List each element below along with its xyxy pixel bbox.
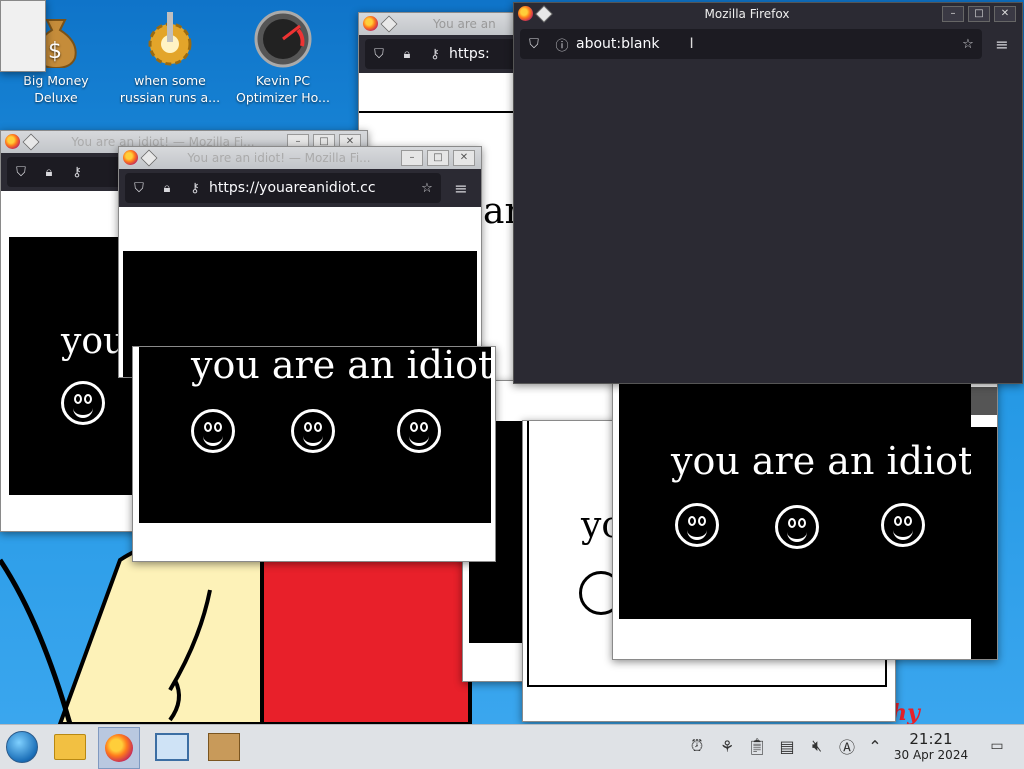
bookmark-star-icon[interactable]: ☆ [960,36,976,52]
firefox-icon [518,6,533,21]
url-bar[interactable]: ⛉ 🔒︎ ⚷ https://youareanidiot.cc ☆ [125,173,441,203]
printer-icon[interactable]: ▤ [776,733,798,759]
shield-icon[interactable]: ⛉ [371,46,387,62]
remote-desktop-button[interactable] [152,727,192,767]
page-content: you are an idiot [613,381,997,659]
desktop-icon-label: Big Money Deluxe [23,73,89,105]
permissions-icon[interactable]: ⚷ [187,180,203,196]
window-title: You are an idiot! — Mozilla Fi... [187,151,371,165]
desktop-icon-label: when some russian runs a... [119,73,221,105]
file-manager-button[interactable] [50,727,90,767]
idiot-black-panel: you are an idiot [139,347,494,523]
minimize-button[interactable]: – [942,6,964,22]
idiot-text: you are an idiot [671,439,974,483]
taskbar: ⏰︎ ⚘ 📋︎ ▤ 🔇︎ Ⓐ ⌃ 21:21 30 Apr 2024 ▭ [0,724,1024,769]
window-titlebar[interactable]: Mozilla Firefox – □ ✕ [514,3,1022,25]
clock-time: 21:21 [909,730,953,748]
window-titlebar[interactable]: You are an idiot! — Mozilla Fi... – □ ✕ [119,147,481,169]
hamburger-menu-icon[interactable]: ≡ [453,179,469,198]
smiley-icon [191,409,235,453]
start-menu-button[interactable] [2,727,42,767]
firefox-blank-window[interactable]: Mozilla Firefox – □ ✕ ⛉ ⓘ about:blank I ☆ … [513,2,1023,384]
package-icon [208,733,240,761]
file-manager-icon [54,734,86,760]
idiot-text: you are an idiot [191,347,494,387]
maximize-button[interactable]: □ [968,6,990,22]
hamburger-menu-icon[interactable]: ≡ [994,35,1010,54]
window-menu-icon[interactable] [380,15,398,33]
firefox-icon [363,16,378,31]
info-icon[interactable]: ⓘ [554,36,570,54]
window-title: Mozilla Firefox [704,7,790,21]
clipboard-icon[interactable]: 📋︎ [746,733,768,759]
start-menu-icon [6,731,38,763]
small-hidden-window[interactable] [0,0,46,72]
smiley-icon [291,409,335,453]
page-content: you are an idiot [133,347,495,561]
idiot-window-right[interactable]: you are an idiot [612,380,998,660]
volume-muted-icon[interactable]: 🔇︎ [806,733,828,759]
minimize-button[interactable]: – [401,150,423,166]
remote-desktop-icon [155,733,189,761]
smiley-icon [675,503,719,547]
smiley-icon [775,505,819,549]
idiot-black-panel: you are an idiot [619,381,974,619]
shield-icon[interactable]: ⛉ [131,180,147,196]
navigation-bar: ⛉ ⓘ about:blank I ☆ ≡ [514,25,1022,63]
permissions-icon[interactable]: ⚷ [427,46,443,62]
idiot-text: you [61,321,127,362]
blank-page-content [514,69,1022,383]
firefox-taskbar-button[interactable] [98,727,140,769]
firefox-icon [5,134,20,149]
page-frame [971,427,997,659]
smiley-icon [881,503,925,547]
bookmark-star-icon[interactable]: ☆ [419,180,435,196]
url-text[interactable]: https://youareanidiot.cc [209,180,376,196]
scroll-button[interactable] [971,387,997,415]
firefox-icon [123,150,138,165]
window-menu-icon[interactable] [140,149,158,167]
url-bar[interactable]: ⛉ ⓘ about:blank I ☆ [520,29,982,59]
shield-icon[interactable]: ⛉ [526,36,542,52]
gear-icon [141,10,199,68]
navigation-bar: ⛉ 🔒︎ ⚷ https://youareanidiot.cc ☆ ≡ [119,169,481,207]
kde-connect-icon[interactable]: ⚘ [716,733,738,759]
idiot-window-front[interactable]: you are an idiot [132,346,496,562]
alarm-icon[interactable]: ⏰︎ [686,733,708,759]
chevron-up-icon[interactable]: ⌃ [864,733,886,759]
gauge-icon [254,10,312,68]
lock-icon[interactable]: 🔒︎ [399,46,415,62]
lock-icon[interactable]: 🔒︎ [41,164,57,180]
desktop-icon-label: Kevin PC Optimizer Ho... [236,73,330,105]
url-text[interactable]: https: [449,46,490,62]
clock[interactable]: 21:21 30 Apr 2024 [888,731,974,763]
lock-icon[interactable]: 🔒︎ [159,180,175,196]
text-cursor-icon: I [689,36,694,52]
close-button[interactable]: ✕ [453,150,475,166]
window-menu-icon[interactable] [22,133,40,151]
maximize-button[interactable]: □ [427,150,449,166]
smiley-icon [61,381,105,425]
desktop-icon-kevin-optimizer[interactable]: Kevin PC Optimizer Ho... [227,4,339,106]
shield-icon[interactable]: ⛉ [13,164,29,180]
permissions-icon[interactable]: ⚷ [69,164,85,180]
package-button[interactable] [204,727,244,767]
url-text[interactable]: about:blank [576,36,659,52]
smiley-icon [397,409,441,453]
close-button[interactable]: ✕ [994,6,1016,22]
window-menu-icon[interactable] [535,5,553,23]
show-desktop-button[interactable]: ▭ [986,733,1008,759]
idiot-window-active[interactable]: You are an idiot! — Mozilla Fi... – □ ✕ ⛉ … [118,146,482,378]
svg-text:$: $ [48,39,62,64]
clock-date: 30 Apr 2024 [893,748,969,762]
desktop-icon-russian[interactable]: when some russian runs a... [114,4,226,106]
input-icon[interactable]: Ⓐ [836,733,858,759]
firefox-icon [105,734,133,762]
